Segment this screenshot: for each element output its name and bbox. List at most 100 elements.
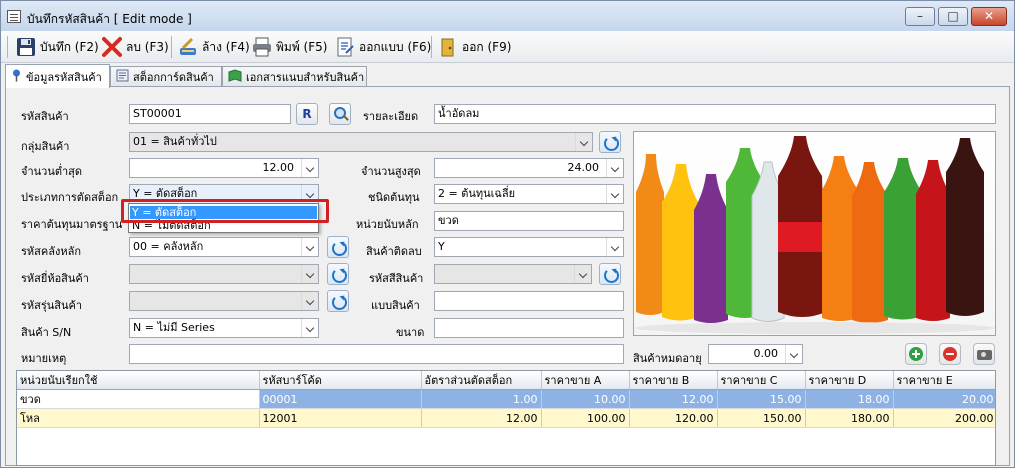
main-window: บันทึกรหัสสินค้า [ Edit mode ] – □ ✕ บัน… <box>0 0 1015 468</box>
tab-item-info[interactable]: ข้อมูลรหัสสินค้า <box>5 64 110 88</box>
chevron-down-icon <box>606 185 623 203</box>
model-select[interactable] <box>129 291 319 311</box>
cost-type-value: 2 = ต้นทุนเฉลี่ย <box>438 187 516 200</box>
detail-label: รายละเอียด <box>363 110 419 123</box>
column-header[interactable]: รหัสบาร์โค้ด <box>259 371 422 390</box>
unit-input[interactable]: ขวด <box>434 211 624 231</box>
table-cell[interactable]: 180.00 <box>805 408 894 428</box>
size-label: ขนาด <box>396 326 425 339</box>
table-cell[interactable]: 200.00 <box>893 408 995 428</box>
product-photo <box>633 131 996 336</box>
toolbar-grip <box>7 36 8 58</box>
group-select[interactable]: 01 = สินค้าทั่วไป <box>129 132 593 152</box>
tab-stock-card[interactable]: สต็อกการ์ดสินค้า <box>110 66 222 87</box>
camera-icon[interactable] <box>973 343 995 365</box>
tab-attachments-label: เอกสารแนบสำหรับสินค้า <box>246 71 365 84</box>
remove-icon[interactable] <box>939 343 961 365</box>
tab-bar: ข้อมูลรหัสสินค้า สต็อกการ์ดสินค้า เอกสาร… <box>1 63 1014 88</box>
table-cell[interactable]: ขวด <box>17 389 260 409</box>
column-header[interactable]: ราคาขาย D <box>805 371 894 390</box>
print-label: พิมพ์ (F5) <box>276 39 328 54</box>
toolbar: บันทึก (F2) ลบ (F3) ล้าง (F4) พิมพ์ (F5) <box>1 31 1014 63</box>
save-button[interactable]: บันทึก (F2) <box>15 35 99 59</box>
tab-attachments[interactable]: เอกสารแนบสำหรับสินค้า <box>222 66 367 87</box>
brand-select[interactable] <box>129 264 319 284</box>
product-code-input[interactable]: ST00001 <box>129 104 291 124</box>
printer-icon <box>251 36 273 58</box>
add-icon[interactable] <box>905 343 927 365</box>
column-header[interactable]: ราคาขาย C <box>717 371 806 390</box>
delete-label: ลบ (F3) <box>126 39 169 54</box>
document-design-icon <box>334 36 356 58</box>
unit-price-grid: หน่วยนับเรียกใช้ รหัสบาร์โค้ด อัตราส่วนต… <box>16 370 996 466</box>
exit-button[interactable]: ออก (F9) <box>437 35 511 59</box>
delete-button[interactable]: ลบ (F3) <box>101 35 169 59</box>
grid-header-row: หน่วยนับเรียกใช้ รหัสบาร์โค้ด อัตราส่วนต… <box>17 371 995 390</box>
model-label: รหัสรุ่นสินค้า <box>21 299 83 312</box>
remark-input[interactable] <box>129 344 624 364</box>
table-cell[interactable]: 12001 <box>259 408 422 428</box>
floppy-disk-icon <box>15 36 37 58</box>
refresh-icon[interactable] <box>599 263 621 285</box>
search-icon[interactable] <box>329 103 351 125</box>
column-header[interactable]: ราคาขาย B <box>629 371 718 390</box>
close-button[interactable]: ✕ <box>971 7 1007 26</box>
max-label: จำนวนสูงสุด <box>361 165 421 178</box>
table-cell[interactable]: โหล <box>17 408 260 428</box>
color-select[interactable] <box>434 264 592 284</box>
detail-input[interactable]: น้ำอัดลม <box>434 104 996 124</box>
table-cell[interactable]: 00001 <box>259 389 422 409</box>
design-label: ออกแบบ (F6) <box>359 39 432 54</box>
column-header[interactable]: ราคาขาย E <box>893 371 995 390</box>
table-cell[interactable]: 120.00 <box>629 408 718 428</box>
expire-input[interactable]: 0.00 <box>708 344 803 364</box>
maximize-button[interactable]: □ <box>938 7 968 26</box>
stock-cut-label: ประเภทการตัดสต็อก <box>21 191 119 204</box>
table-cell[interactable]: 18.00 <box>805 389 894 409</box>
chevron-down-icon <box>785 345 802 363</box>
refresh-icon[interactable] <box>327 236 349 258</box>
max-quantity-input[interactable]: 24.00 <box>434 158 624 178</box>
column-header[interactable]: ราคาขาย A <box>541 371 630 390</box>
style-input[interactable] <box>434 291 624 311</box>
refresh-icon[interactable] <box>327 290 349 312</box>
refresh-icon[interactable] <box>599 131 621 153</box>
max-value: 24.00 <box>567 161 600 174</box>
column-header[interactable]: หน่วยนับเรียกใช้ <box>17 371 260 390</box>
r-button[interactable]: R <box>296 103 318 125</box>
table-cell[interactable]: 1.00 <box>421 389 542 409</box>
size-input[interactable] <box>434 318 624 338</box>
exit-label: ออก (F9) <box>462 39 512 54</box>
sn-select[interactable]: N = ไม่มี Series <box>129 318 319 338</box>
attachment-book-icon <box>228 69 242 85</box>
print-button[interactable]: พิมพ์ (F5) <box>251 35 327 59</box>
min-label: จำนวนต่ำสุด <box>21 165 83 178</box>
min-value: 12.00 <box>262 161 295 174</box>
table-cell[interactable]: 150.00 <box>717 408 806 428</box>
column-header[interactable]: อัตราส่วนตัดสต็อก <box>421 371 542 390</box>
table-row[interactable]: โหล 12001 12.00 100.00 120.00 150.00 180… <box>17 408 995 428</box>
table-row[interactable]: ขวด 00001 1.00 10.00 12.00 15.00 18.00 2… <box>17 389 995 409</box>
min-quantity-input[interactable]: 12.00 <box>129 158 319 178</box>
clear-button[interactable]: ล้าง (F4) <box>177 35 250 59</box>
code-label: รหัสสินค้า <box>21 110 69 123</box>
warehouse-select[interactable]: 00 = คลังหลัก <box>129 237 319 257</box>
table-cell[interactable]: 100.00 <box>541 408 630 428</box>
unit-label: หน่วยนับหลัก <box>356 218 419 231</box>
table-cell[interactable]: 12.00 <box>629 389 718 409</box>
sn-value: N = ไม่มี Series <box>133 321 215 334</box>
design-button[interactable]: ออกแบบ (F6) <box>334 35 431 59</box>
minimize-button[interactable]: – <box>905 7 935 26</box>
delete-x-icon <box>101 36 123 58</box>
book-icon <box>116 69 129 85</box>
negative-stock-select[interactable]: Y <box>434 237 624 257</box>
toolbar-separator <box>431 36 432 58</box>
table-cell[interactable]: 10.00 <box>541 389 630 409</box>
table-cell[interactable]: 20.00 <box>893 389 995 409</box>
chevron-down-icon <box>301 265 318 283</box>
table-cell[interactable]: 12.00 <box>421 408 542 428</box>
cost-type-select[interactable]: 2 = ต้นทุนเฉลี่ย <box>434 184 624 204</box>
refresh-icon[interactable] <box>327 263 349 285</box>
clear-label: ล้าง (F4) <box>202 39 250 54</box>
table-cell[interactable]: 15.00 <box>717 389 806 409</box>
